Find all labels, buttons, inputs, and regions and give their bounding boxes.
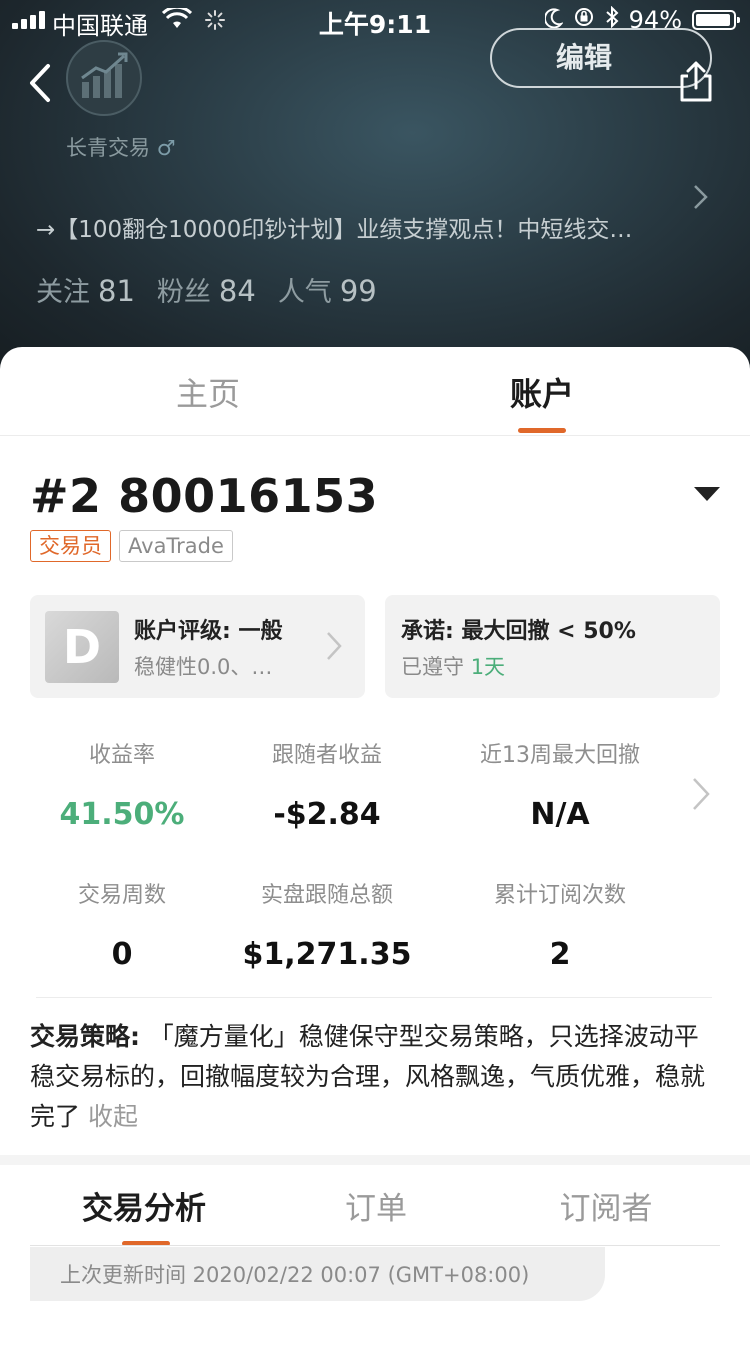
detail-tabs: 交易分析 订单 订阅者 (0, 1165, 750, 1246)
metric-value: N/A (530, 797, 590, 832)
metric-value: -$2.84 (273, 797, 381, 832)
main-tabs: 主页 账户 (0, 347, 750, 436)
metric-value: $1,271.35 (242, 937, 412, 972)
gender-male-icon: ♂ (156, 136, 176, 160)
promise-days: 1天 (470, 655, 506, 679)
promise-card: 承诺: 最大回撤 < 50% 已遵守 1天 (385, 595, 720, 698)
metric-label: 跟随者收益 (271, 743, 382, 768)
last-update-bar: 上次更新时间 2020/02/22 00:07 (GMT+08:00) (30, 1247, 605, 1301)
metric-drawdown: 近13周最大回撤 N/A (450, 737, 670, 832)
account-badges: 交易员 AvaTrade (30, 530, 233, 562)
account-rating-card[interactable]: D 账户评级: 一般 稳健性0.0、… (30, 595, 365, 698)
avatar[interactable] (66, 40, 142, 116)
fans-count: 84 (218, 274, 256, 308)
tab-orders[interactable]: 订单 (276, 1183, 476, 1228)
chevron-right-icon[interactable] (690, 182, 710, 216)
follow-stat[interactable]: 关注 81 (36, 270, 135, 309)
collapse-link[interactable]: 收起 (88, 1102, 138, 1131)
tab-trade-analysis[interactable]: 交易分析 (44, 1183, 244, 1228)
metric-weeks: 交易周数 0 (12, 877, 232, 972)
popularity-stat: 人气 99 (278, 270, 377, 309)
trader-badge: 交易员 (30, 530, 111, 562)
metric-label: 实盘跟随总额 (260, 883, 393, 908)
metric-return: 收益率 41.50% (12, 737, 232, 832)
grade-badge: D (45, 611, 119, 683)
chevron-right-icon[interactable] (690, 775, 712, 817)
promise-status: 已遵守 1天 (401, 651, 505, 681)
strategy-label: 交易策略: (30, 1022, 149, 1051)
battery-icon (692, 10, 740, 30)
broker-badge: AvaTrade (119, 530, 233, 562)
strategy-description: 交易策略: 「魔方量化」稳健保守型交易策略，只选择波动平稳交易标的，回撤幅度较为… (30, 1017, 720, 1137)
tab-subscribers[interactable]: 订阅者 (506, 1183, 706, 1228)
divider (30, 1245, 720, 1246)
profile-header: 中国联通 上午9:11 94% 编辑 长青交易 ♂ →【100翻仓10000印钞… (0, 0, 750, 380)
caret-down-icon[interactable] (694, 487, 720, 501)
metric-live-total: 实盘跟随总额 $1,271.35 (217, 877, 437, 972)
popularity-label: 人气 (277, 277, 332, 308)
username: 长青交易 ♂ (66, 132, 176, 162)
chevron-right-icon (324, 629, 344, 667)
account-number: #2 80016153 (30, 469, 379, 523)
last-update-text: 上次更新时间 2020/02/22 00:07 (GMT+08:00) (60, 1263, 530, 1287)
metric-follower-profit: 跟随者收益 -$2.84 (217, 737, 437, 832)
popularity-count: 99 (339, 274, 377, 308)
fans-label: 粉丝 (156, 277, 211, 308)
tab-active-indicator (518, 428, 566, 433)
follow-label: 关注 (36, 277, 90, 308)
metric-label: 交易周数 (77, 883, 166, 908)
tab-account[interactable]: 账户 (442, 369, 642, 415)
back-button[interactable] (22, 60, 62, 106)
section-gap (0, 1155, 750, 1165)
promise-status-text: 已遵守 (401, 655, 464, 679)
rating-subtitle: 稳健性0.0、… (134, 655, 273, 679)
account-card: 主页 账户 #2 80016153 交易员 AvaTrade D 账户评级: 一… (0, 347, 750, 1347)
metric-value: 0 (111, 937, 133, 972)
rating-title: 账户评级: 一般 (134, 619, 283, 644)
metric-value: 2 (549, 937, 571, 972)
metric-label: 累计订阅次数 (493, 883, 626, 908)
username-text: 长青交易 (66, 136, 150, 160)
metric-value: 41.50% (59, 797, 185, 832)
fans-stat[interactable]: 粉丝 84 (157, 270, 256, 309)
metric-label: 收益率 (88, 743, 155, 768)
follow-count: 81 (98, 274, 135, 308)
promise-title: 承诺: 最大回撤 < 50% (401, 619, 636, 644)
share-icon[interactable] (676, 60, 716, 104)
profile-bio[interactable]: →【100翻仓10000印钞计划】业绩支撑观点！中短线交… (36, 210, 676, 244)
divider (36, 997, 712, 998)
profile-stats: 关注 81 粉丝 84 人气 99 (36, 270, 377, 309)
metric-label: 近13周最大回撤 (480, 743, 640, 768)
metric-subscriptions: 累计订阅次数 2 (450, 877, 670, 972)
tab-home[interactable]: 主页 (108, 369, 308, 415)
